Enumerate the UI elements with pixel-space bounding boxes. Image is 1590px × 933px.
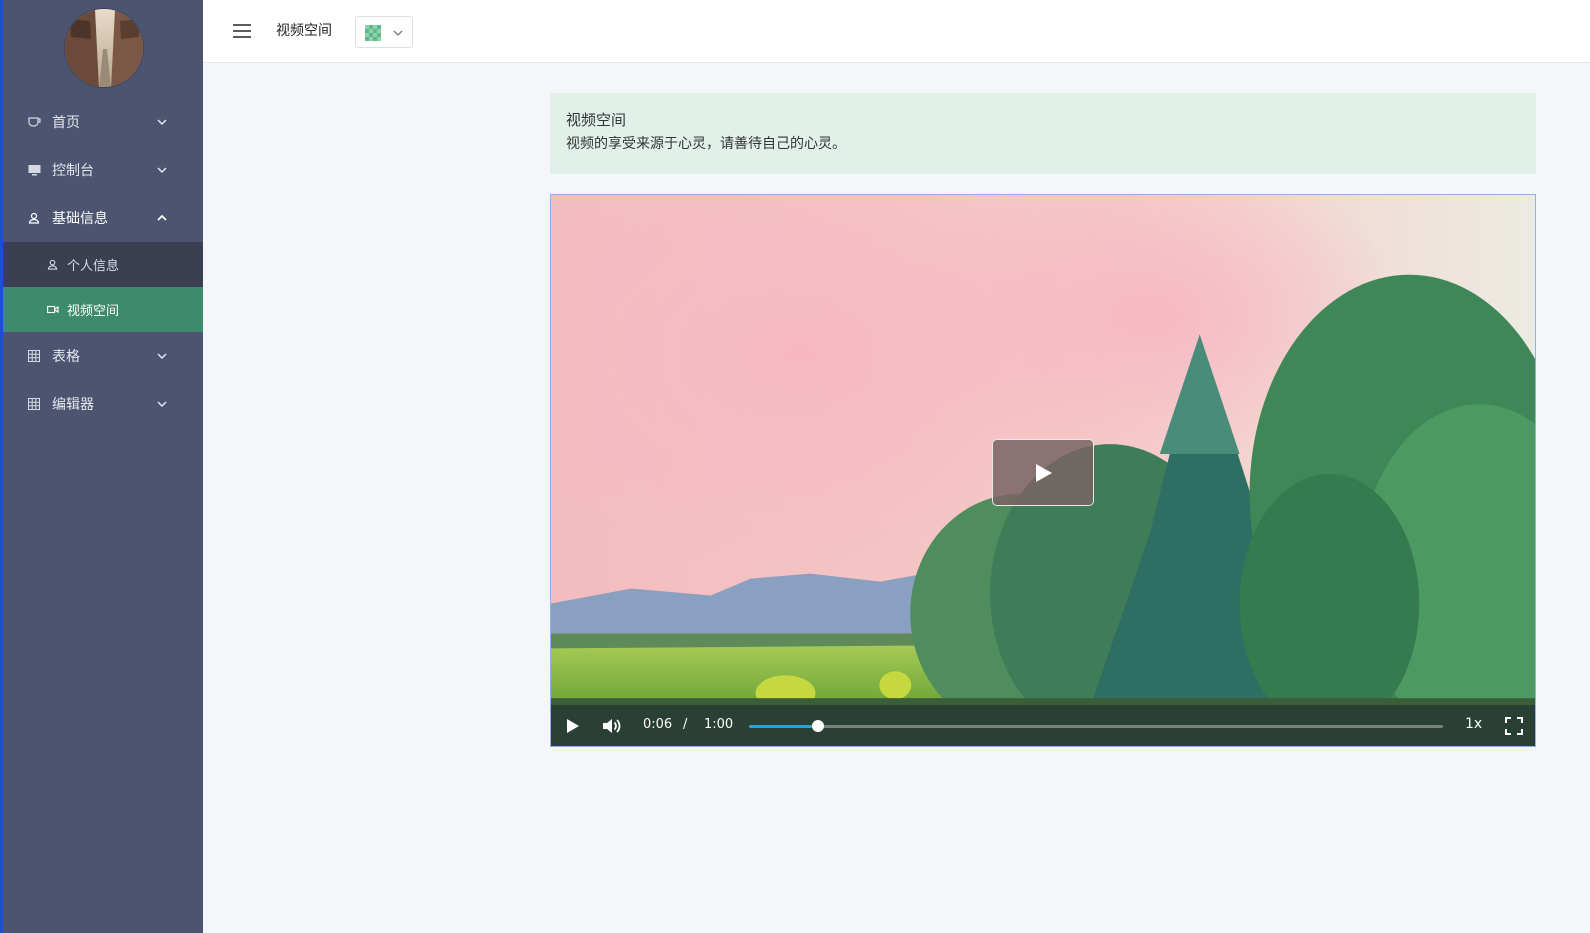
progress-fill <box>749 725 819 728</box>
sidebar-item-label: 个人信息 <box>67 259 120 274</box>
sidebar-item-label: 首页 <box>52 115 80 131</box>
alert-description: 视频的享受来源于心灵，请善待自己的心灵。 <box>566 136 846 152</box>
play-icon <box>1036 464 1052 482</box>
avatar[interactable] <box>64 8 144 88</box>
hamburger-menu-icon[interactable] <box>232 22 252 40</box>
grid-icon <box>27 397 41 411</box>
theme-color-select[interactable] <box>355 16 413 48</box>
sidebar-item-basic-info[interactable]: 基础信息 <box>3 194 203 242</box>
duration: 1:00 <box>704 717 734 732</box>
user-icon <box>27 211 41 225</box>
sidebar-item-video-space[interactable]: 视频空间 <box>3 287 203 332</box>
sidebar-item-personal-info[interactable]: 个人信息 <box>3 242 203 287</box>
video-controls: 0:06 / 1:00 1x <box>551 705 1535 746</box>
info-alert: 视频空间 视频的享受来源于心灵，请善待自己的心灵。 <box>550 93 1536 174</box>
play-icon[interactable] <box>561 715 583 737</box>
sidebar-item-editor[interactable]: 编辑器 <box>3 380 203 428</box>
video-camera-icon <box>47 304 59 316</box>
monitor-icon <box>27 163 41 177</box>
sidebar-item-label: 视频空间 <box>67 304 120 319</box>
chevron-down-icon <box>157 401 167 408</box>
sidebar-item-table[interactable]: 表格 <box>3 332 203 380</box>
theme-swatch-icon <box>365 25 381 41</box>
progress-bar[interactable] <box>749 720 1443 732</box>
big-play-button[interactable] <box>992 439 1094 506</box>
fullscreen-icon[interactable] <box>1503 715 1525 737</box>
sidebar-item-label: 控制台 <box>52 163 94 179</box>
sidebar-item-label: 表格 <box>52 349 80 365</box>
time-separator: / <box>683 717 688 732</box>
sidebar: 首页 控制台 基础信息 个人信息 视频空间 表格 编辑器 <box>0 0 203 933</box>
chevron-down-icon <box>157 353 167 360</box>
cup-icon <box>27 115 41 129</box>
volume-icon[interactable] <box>600 715 622 737</box>
video-player[interactable]: 0:06 / 1:00 1x <box>550 194 1536 747</box>
sidebar-item-label: 编辑器 <box>52 397 94 413</box>
breadcrumb[interactable]: 视频空间 <box>276 20 332 40</box>
sidebar-menu: 首页 控制台 基础信息 个人信息 视频空间 表格 编辑器 <box>3 98 203 428</box>
chevron-down-icon <box>393 30 403 36</box>
chevron-down-icon <box>157 119 167 126</box>
progress-handle[interactable] <box>812 720 825 732</box>
chevron-up-icon <box>157 214 167 221</box>
user-icon <box>47 259 59 271</box>
alert-title: 视频空间 <box>566 111 627 129</box>
sidebar-item-label: 基础信息 <box>52 211 108 227</box>
playback-rate-button[interactable]: 1x <box>1465 716 1482 732</box>
chevron-down-icon <box>157 167 167 174</box>
sidebar-item-console[interactable]: 控制台 <box>3 146 203 194</box>
current-time: 0:06 <box>643 717 673 732</box>
sidebar-item-home[interactable]: 首页 <box>3 98 203 146</box>
grid-icon <box>27 349 41 363</box>
top-header: 视频空间 <box>203 0 1590 63</box>
sidebar-submenu: 个人信息 视频空间 <box>3 242 203 332</box>
